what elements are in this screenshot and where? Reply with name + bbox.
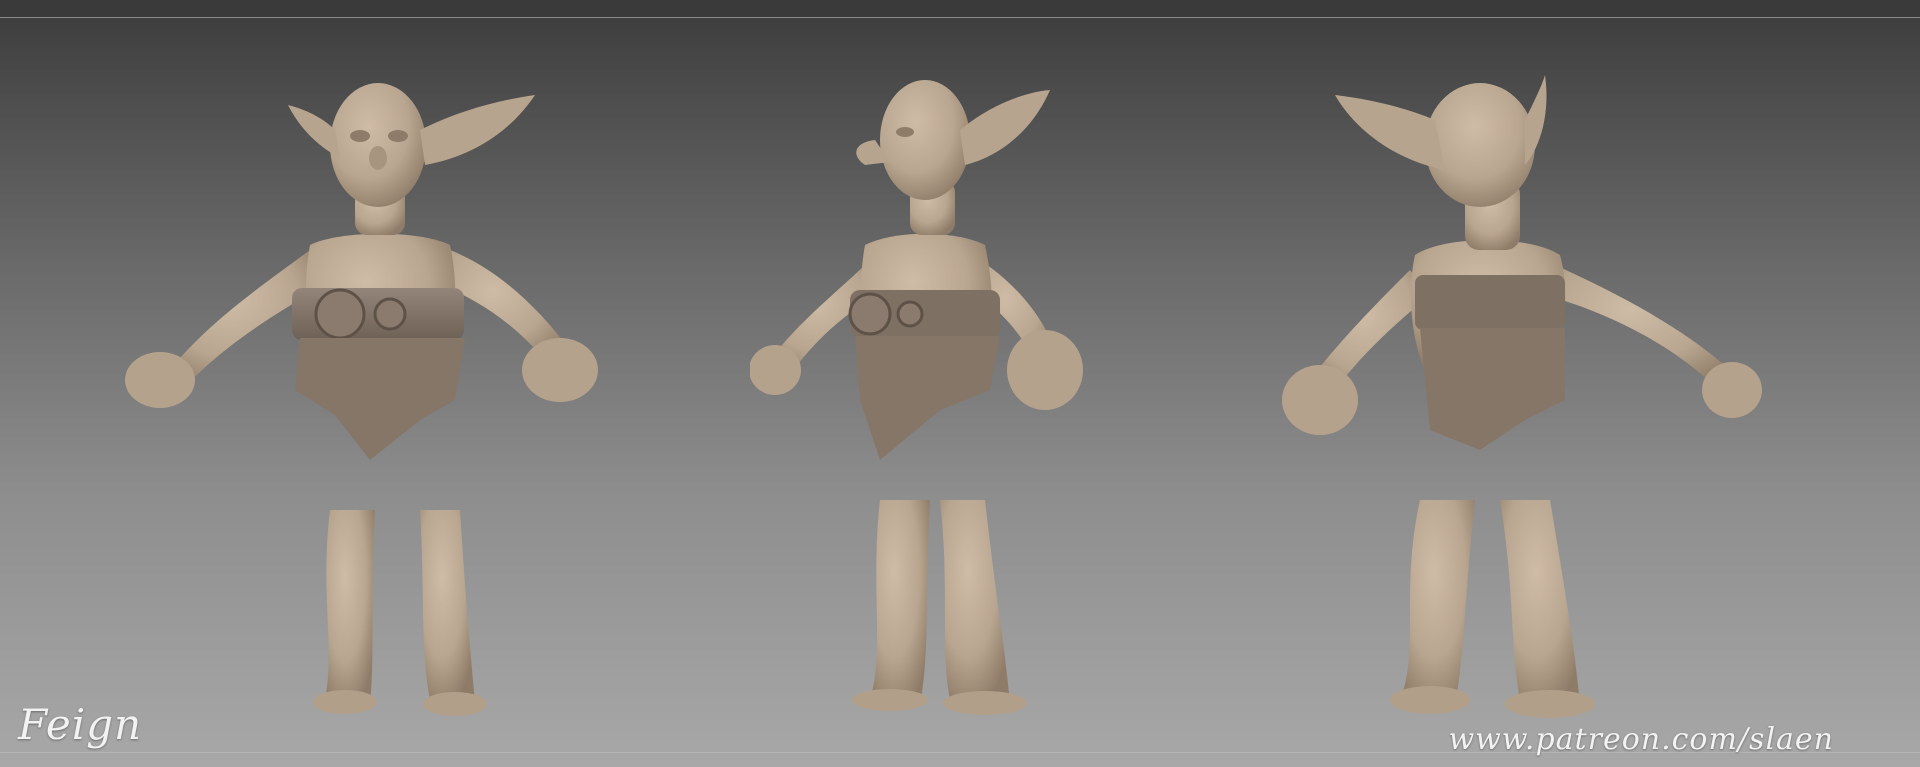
- artwork-title: Feign: [18, 700, 143, 749]
- patreon-url: www.patreon.com/slaen: [1448, 722, 1834, 757]
- goblin-front-view: [120, 70, 710, 720]
- goblin-back-view: [1280, 70, 1840, 720]
- top-bar: [0, 0, 1920, 18]
- goblin-side-view: [750, 70, 1170, 720]
